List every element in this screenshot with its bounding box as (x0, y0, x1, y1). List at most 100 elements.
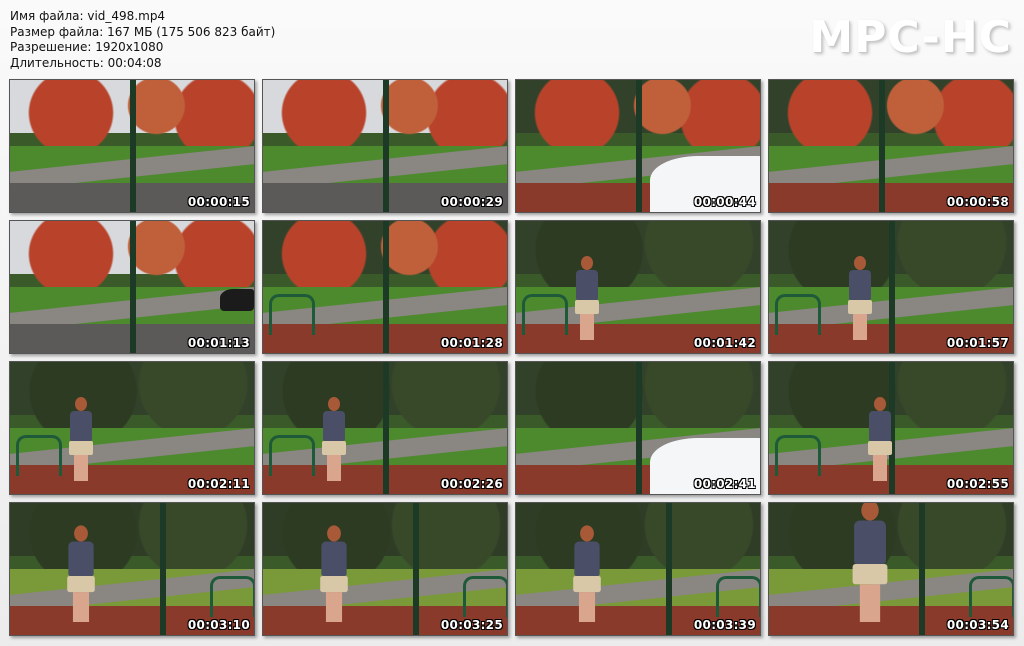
figure-torso (869, 410, 891, 441)
figure-head (74, 525, 88, 542)
lamp-post (160, 503, 166, 635)
video-thumbnail: 00:01:28 (262, 220, 508, 354)
timestamp-label: 00:02:55 (946, 477, 1009, 491)
woman-figure (848, 255, 872, 340)
lamp-post (130, 80, 136, 212)
figure-skirt (575, 299, 599, 314)
video-thumbnail: 00:01:57 (768, 220, 1014, 354)
figure-legs (327, 454, 341, 481)
tree-canopy (769, 80, 1013, 153)
lamp-post (636, 362, 642, 494)
timestamp-label: 00:02:41 (693, 477, 756, 491)
duration-line: Длительность: 00:04:08 (10, 55, 162, 70)
figure-skirt (67, 575, 95, 592)
figure-skirt (852, 563, 888, 585)
timestamp-label: 00:00:58 (946, 195, 1009, 209)
figure-skirt (848, 299, 872, 314)
figure-legs (853, 313, 867, 340)
timestamp-label: 00:01:57 (946, 336, 1009, 350)
woman-figure (322, 396, 346, 481)
timestamp-label: 00:03:54 (946, 618, 1009, 632)
timestamp-label: 00:03:10 (187, 618, 250, 632)
tree-canopy (516, 503, 760, 576)
bike-rack (210, 576, 254, 617)
lamp-post (889, 221, 895, 353)
tree-canopy (10, 362, 254, 435)
lamp-post (130, 221, 136, 353)
figure-legs (873, 454, 887, 481)
lamp-post (919, 503, 925, 635)
bike-rack (775, 435, 821, 476)
figure-torso (323, 410, 345, 441)
bike-rack (969, 576, 1013, 617)
woman-figure (852, 503, 888, 622)
file-size-line: Размер файла: 167 МБ (175 506 823 байт) (10, 24, 276, 39)
woman-figure (320, 525, 348, 622)
timestamp-label: 00:00:29 (440, 195, 503, 209)
tree-canopy (10, 503, 254, 576)
figure-head (854, 255, 866, 270)
figure-legs (74, 454, 88, 481)
figure-skirt (573, 575, 601, 592)
video-thumbnail: 00:03:25 (262, 502, 508, 636)
video-thumbnail: 00:01:13 (9, 220, 255, 354)
woman-figure (868, 396, 892, 481)
timestamp-label: 00:01:13 (187, 336, 250, 350)
figure-head (327, 525, 341, 542)
lamp-post (879, 80, 885, 212)
bike-rack (16, 435, 62, 476)
video-thumbnail: 00:03:10 (9, 502, 255, 636)
figure-torso (321, 541, 347, 576)
black-suv (220, 289, 254, 311)
video-thumbnail: 00:02:55 (768, 361, 1014, 495)
figure-head (75, 396, 87, 411)
timestamp-label: 00:01:42 (693, 336, 756, 350)
tree-canopy (516, 221, 760, 294)
bike-rack (522, 294, 568, 335)
figure-skirt (322, 440, 346, 455)
figure-torso (68, 541, 94, 576)
figure-legs (859, 584, 881, 622)
video-thumbnail: 00:00:29 (262, 79, 508, 213)
timestamp-label: 00:00:44 (693, 195, 756, 209)
file-name-line: Имя файла: vid_498.mp4 (10, 9, 166, 23)
video-thumbnail: 00:00:44 (515, 79, 761, 213)
tree-canopy (263, 503, 507, 576)
figure-head (874, 396, 886, 411)
bike-rack (463, 576, 507, 617)
video-thumbnail: 00:02:41 (515, 361, 761, 495)
woman-figure (67, 525, 95, 622)
figure-torso (70, 410, 92, 441)
video-thumbnail: 00:02:26 (262, 361, 508, 495)
figure-head (581, 255, 593, 270)
figure-legs (580, 313, 594, 340)
timestamp-label: 00:03:39 (693, 618, 756, 632)
lamp-post (383, 221, 389, 353)
figure-head (861, 503, 879, 521)
mpc-hc-logo: MPC-HC (809, 12, 1012, 63)
file-info: Имя файла: vid_498.mp4 Размер файла: 167… (10, 9, 275, 71)
bike-rack (269, 435, 315, 476)
figure-legs (578, 591, 596, 622)
lamp-post (383, 80, 389, 212)
lamp-post (383, 362, 389, 494)
timestamp-label: 00:02:11 (187, 477, 250, 491)
figure-torso (854, 520, 886, 564)
figure-skirt (868, 440, 892, 455)
woman-figure (573, 525, 601, 622)
bike-rack (716, 576, 760, 617)
lamp-post (636, 80, 642, 212)
lamp-post (413, 503, 419, 635)
tree-canopy (769, 503, 1013, 576)
woman-figure (69, 396, 93, 481)
video-thumbnail: 00:03:54 (768, 502, 1014, 636)
figure-legs (72, 591, 90, 622)
bike-rack (775, 294, 821, 335)
timestamp-label: 00:02:26 (440, 477, 503, 491)
thumbnail-grid: 00:00:15 00:00:29 00:00:44 00:00:58 00:01:13… (9, 79, 1015, 637)
figure-head (580, 525, 594, 542)
video-thumbnail: 00:03:39 (515, 502, 761, 636)
figure-torso (574, 541, 600, 576)
resolution-line: Разрешение: 1920x1080 (10, 40, 164, 54)
figure-head (328, 396, 340, 411)
